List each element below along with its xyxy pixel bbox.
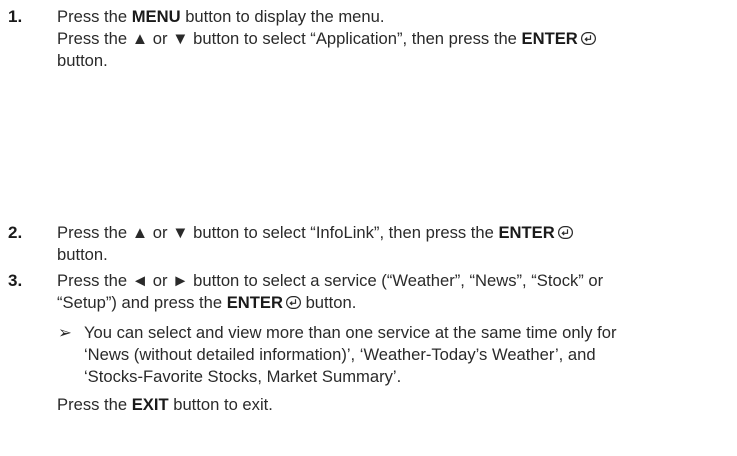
text: Press the ▲ or ▼ button to select “Appli… xyxy=(57,29,522,48)
step-line: button. xyxy=(57,245,108,264)
text: button to exit. xyxy=(168,395,273,414)
text: button. xyxy=(300,293,357,312)
note-line: ‘Stocks-Favorite Stocks, Market Summary’… xyxy=(84,367,402,386)
exit-button-label: EXIT xyxy=(131,395,169,414)
enter-button-label: ENTER xyxy=(521,29,578,48)
step-body: Press the ▲ or ▼ button to select “InfoL… xyxy=(57,222,727,266)
text: Press the xyxy=(57,7,132,26)
step-line: “Setup”) and press the ENTER button. xyxy=(57,292,727,314)
step-number: 3. xyxy=(8,271,23,290)
text: Press the ▲ or ▼ button to select “InfoL… xyxy=(57,223,499,242)
step-number: 1. xyxy=(8,7,23,26)
text: Press the xyxy=(57,395,132,414)
step-body: Press the ◄ or ► button to select a serv… xyxy=(57,270,727,314)
step-line: button. xyxy=(57,51,108,70)
enter-icon xyxy=(285,296,301,309)
note-text: You can select and view more than one se… xyxy=(84,322,724,388)
note-line: ‘News (without detailed information)’, ‘… xyxy=(84,345,596,364)
note-arrow-icon: ➢ xyxy=(58,323,72,342)
enter-icon xyxy=(557,226,573,239)
exit-instruction: Press the EXIT button to exit. xyxy=(57,394,273,416)
enter-icon xyxy=(580,32,596,45)
step-line: Press the ▲ or ▼ button to select “InfoL… xyxy=(57,222,727,244)
step-number: 2. xyxy=(8,223,23,242)
text: button to display the menu. xyxy=(180,7,385,26)
step-line: Press the MENU button to display the men… xyxy=(57,6,727,28)
step-body: Press the MENU button to display the men… xyxy=(57,6,727,72)
step-line: Press the ▲ or ▼ button to select “Appli… xyxy=(57,28,727,50)
enter-button-label: ENTER xyxy=(226,293,283,312)
step-line: Press the ◄ or ► button to select a serv… xyxy=(57,271,604,290)
menu-button-label: MENU xyxy=(131,7,181,26)
note-line: You can select and view more than one se… xyxy=(84,323,617,342)
enter-button-label: ENTER xyxy=(498,223,555,242)
text: “Setup”) and press the xyxy=(57,293,227,312)
